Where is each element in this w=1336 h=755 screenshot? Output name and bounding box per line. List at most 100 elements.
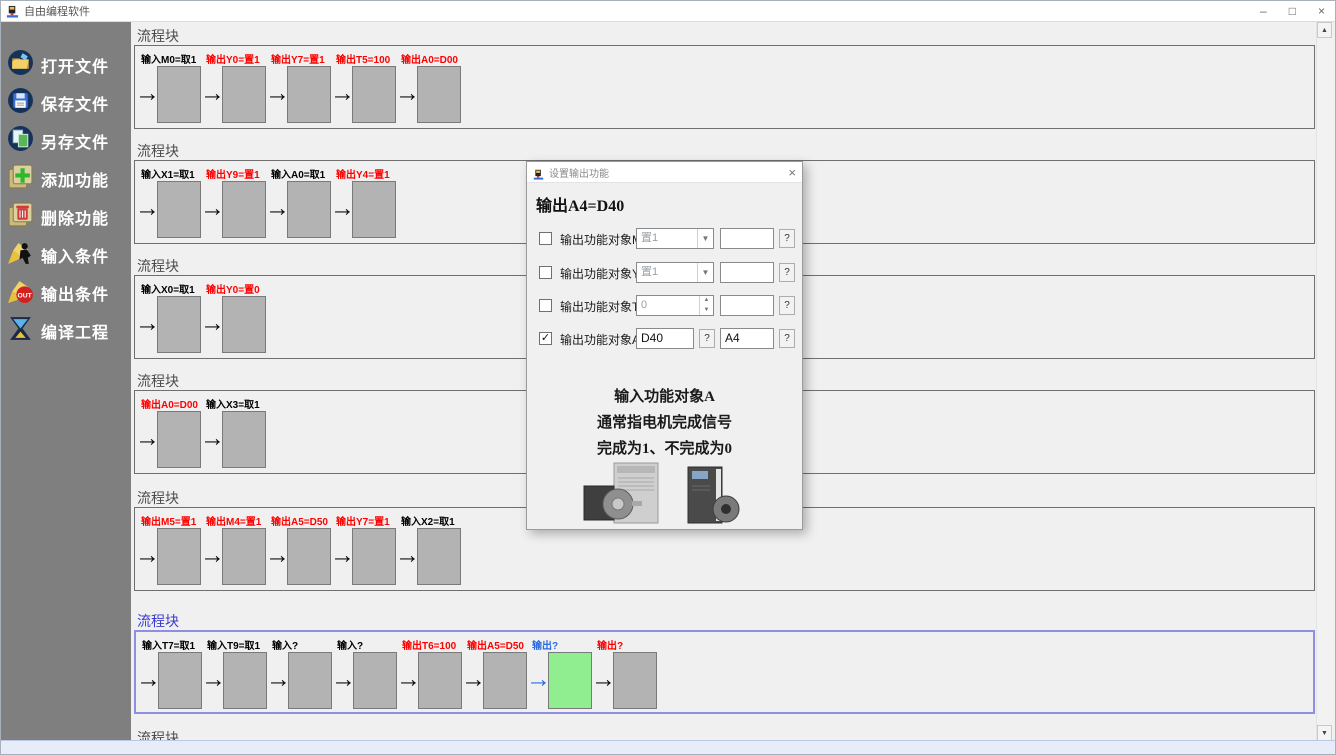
flow-step-block[interactable] (222, 528, 266, 585)
sidebar-item-input-condition[interactable]: 输入条件 (7, 238, 127, 272)
flow-step-block[interactable] (287, 66, 331, 123)
dialog-row-label: 输出功能对象T (560, 298, 639, 315)
flow-step-label: 输出Y7=置1 (271, 51, 325, 66)
checkbox[interactable] (539, 299, 552, 312)
flow-step-block[interactable] (222, 181, 266, 238)
flow-section-label: 流程块 (137, 256, 179, 276)
help-button[interactable]: ? (779, 229, 795, 248)
checkbox[interactable] (539, 232, 552, 245)
flow-step-label: 输出? (597, 637, 623, 652)
flow-step-block[interactable] (158, 652, 202, 709)
flow-step-label: 输入? (272, 637, 298, 652)
flow-section-label: 流程块 (137, 141, 179, 161)
flow-step-label: 输入A0=取1 (271, 166, 325, 181)
spinner-up-icon[interactable]: ▲ (700, 296, 713, 306)
scroll-down-icon[interactable]: ▼ (1317, 725, 1332, 741)
dialog-row: 输出功能对象Y置1▼? (527, 262, 802, 284)
checkbox[interactable]: ✓ (539, 332, 552, 345)
flow-step-label: 输入X0=取1 (141, 281, 195, 296)
sidebar-item-save-file[interactable]: 保存文件 (7, 86, 127, 120)
flow-step-label: 输入? (337, 637, 363, 652)
flow-step-block[interactable] (287, 181, 331, 238)
spinner-down-icon[interactable]: ▼ (700, 306, 713, 316)
flow-step-block[interactable] (157, 181, 201, 238)
close-button[interactable]: × (1318, 1, 1325, 21)
flow-step-block[interactable] (352, 528, 396, 585)
flow-step-block[interactable] (287, 528, 331, 585)
flow-step-label: 输入T9=取1 (207, 637, 260, 652)
extra-field[interactable] (720, 295, 774, 316)
dialog-row: ✓ 输出功能对象AD40? A4? (527, 328, 802, 350)
dialog-row-label: 输出功能对象A (560, 331, 640, 348)
flow-step-block[interactable] (222, 296, 266, 353)
help-button[interactable]: ? (779, 263, 795, 282)
sidebar-item-add-function[interactable]: 添加功能 (7, 162, 127, 196)
value-combo[interactable]: 置1▼ (636, 262, 714, 283)
flow-step: →输入T9=取1 (203, 635, 268, 713)
flow-step-block-active[interactable] (548, 652, 592, 709)
value-field[interactable]: D40 (636, 328, 694, 349)
sidebar-item-label: 保存文件 (41, 91, 109, 115)
dialog-info-line: 完成为1、不完成为0 (527, 436, 802, 462)
sidebar-item-compile-project[interactable]: 编译工程 (7, 314, 127, 348)
flow-step-block[interactable] (613, 652, 657, 709)
flow-step-block[interactable] (288, 652, 332, 709)
checkbox[interactable] (539, 266, 552, 279)
value-spinner[interactable]: 0▲▼ (636, 295, 714, 316)
flow-step-block[interactable] (222, 66, 266, 123)
dialog-row-label: 输出功能对象M (560, 231, 642, 248)
help-button[interactable]: ? (699, 329, 715, 348)
minimize-button[interactable]: – (1260, 1, 1267, 21)
help-button[interactable]: ? (779, 329, 795, 348)
flow-step-label: 输入M0=取1 (141, 51, 196, 66)
flow-step-block[interactable] (157, 296, 201, 353)
flow-step: →输出T5=100 (332, 49, 397, 127)
extra-field[interactable] (720, 262, 774, 283)
combo-arrow-icon[interactable]: ▼ (697, 229, 713, 248)
flow-step-block[interactable] (352, 66, 396, 123)
value-combo[interactable]: 置1▼ (636, 228, 714, 249)
app-window: 自由编程软件 – □ × 打开文件保存文件另存文件添加功能删除功能输入条件OUT… (0, 0, 1336, 755)
sidebar-item-open-file[interactable]: 打开文件 (7, 48, 127, 82)
sidebar-item-label: 打开文件 (41, 53, 109, 77)
flow-block-container[interactable]: →输入T7=取1→输入T9=取1→输入?→输入?→输出T6=100→输出A5=D… (134, 630, 1315, 714)
sidebar-item-output-condition[interactable]: OUT输出条件 (7, 276, 127, 310)
flow-step-block[interactable] (417, 528, 461, 585)
flow-step-block[interactable] (483, 652, 527, 709)
flow-step-block[interactable] (223, 652, 267, 709)
flow-step-block[interactable] (157, 66, 201, 123)
flow-step-block[interactable] (353, 652, 397, 709)
scroll-up-icon[interactable]: ▲ (1317, 22, 1332, 38)
flow-step-label: 输入X1=取1 (141, 166, 195, 181)
flow-step: →输出Y9=置1 (202, 164, 267, 242)
vertical-scrollbar[interactable]: ▲ ▼ (1316, 22, 1333, 741)
dialog-icon (533, 167, 544, 178)
dialog-title: 设置输出功能 (549, 165, 609, 180)
flow-step-block[interactable] (417, 66, 461, 123)
dialog-title-bar: 设置输出功能 × (527, 162, 802, 183)
set-output-function-dialog: 设置输出功能 × 输出A4=D40 输出功能对象M置1▼?输出功能对象Y置1▼?… (526, 161, 803, 530)
flow-step-label: 输入T7=取1 (142, 637, 195, 652)
dialog-close-icon[interactable]: × (788, 165, 796, 180)
flow-step: →输入X3=取1 (202, 394, 267, 472)
sidebar-item-save-as[interactable]: 另存文件 (7, 124, 127, 158)
flow-step-label: 输出? (532, 637, 558, 652)
flow-step-block[interactable] (222, 411, 266, 468)
flow-step-block[interactable] (157, 411, 201, 468)
svg-text:OUT: OUT (18, 292, 33, 299)
combo-arrow-icon[interactable]: ▼ (697, 263, 713, 282)
flow-step-block[interactable] (352, 181, 396, 238)
flow-step-block[interactable] (418, 652, 462, 709)
dialog-row-label: 输出功能对象Y (560, 265, 640, 282)
sidebar-item-delete-function[interactable]: 删除功能 (7, 200, 127, 234)
maximize-button[interactable]: □ (1289, 1, 1296, 21)
flow-block-container[interactable]: →输入M0=取1→输出Y0=置1→输出Y7=置1→输出T5=100→输出A0=D… (134, 45, 1315, 129)
extra-field[interactable] (720, 228, 774, 249)
sidebar-item-label: 另存文件 (41, 129, 109, 153)
input-condition-icon (7, 239, 34, 271)
sidebar-item-label: 编译工程 (41, 319, 109, 343)
flow-step: →输出M4=置1 (202, 511, 267, 589)
extra-field[interactable]: A4 (720, 328, 774, 349)
flow-step-block[interactable] (157, 528, 201, 585)
help-button[interactable]: ? (779, 296, 795, 315)
